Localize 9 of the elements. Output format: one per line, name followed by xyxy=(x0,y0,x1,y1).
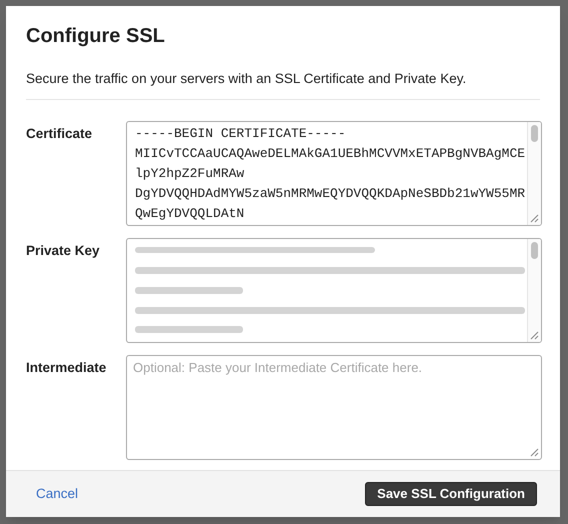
resize-grip-icon[interactable] xyxy=(530,448,539,457)
save-button[interactable]: Save SSL Configuration xyxy=(365,482,537,506)
dialog-description: Secure the traffic on your servers with an SSL Certificate and Private Key. xyxy=(26,70,468,88)
field-label: Private Key xyxy=(26,242,101,260)
field-label: Certificate xyxy=(26,125,94,143)
intermediate-field[interactable]: Optional: Paste your Intermediate Certificate here. xyxy=(127,356,541,459)
dialog-title: Configure SSL xyxy=(26,24,166,49)
field-label: Intermediate xyxy=(26,359,108,377)
cancel-link[interactable]: Cancel xyxy=(36,484,78,504)
